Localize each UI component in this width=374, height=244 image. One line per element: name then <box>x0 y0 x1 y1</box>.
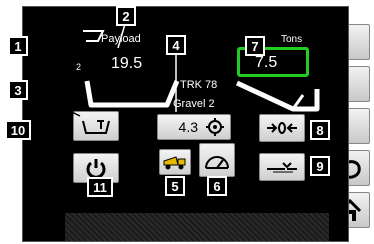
callout-7: 7 <box>245 36 265 56</box>
callout-6: 6 <box>207 176 227 196</box>
callout-8: 8 <box>310 120 330 140</box>
callout-9: 9 <box>310 156 330 176</box>
callout-4: 4 <box>166 35 186 55</box>
callout-11: 11 <box>87 177 113 197</box>
callout-5: 5 <box>165 176 185 196</box>
control-panel: Payload 2 19.5 Tons 7.5 TRK 78 Gravel 2 … <box>0 0 374 244</box>
callout-3: 3 <box>8 80 28 100</box>
callout-10: 10 <box>5 120 31 140</box>
callout-2: 2 <box>116 6 136 26</box>
callout-1: 1 <box>8 36 28 56</box>
